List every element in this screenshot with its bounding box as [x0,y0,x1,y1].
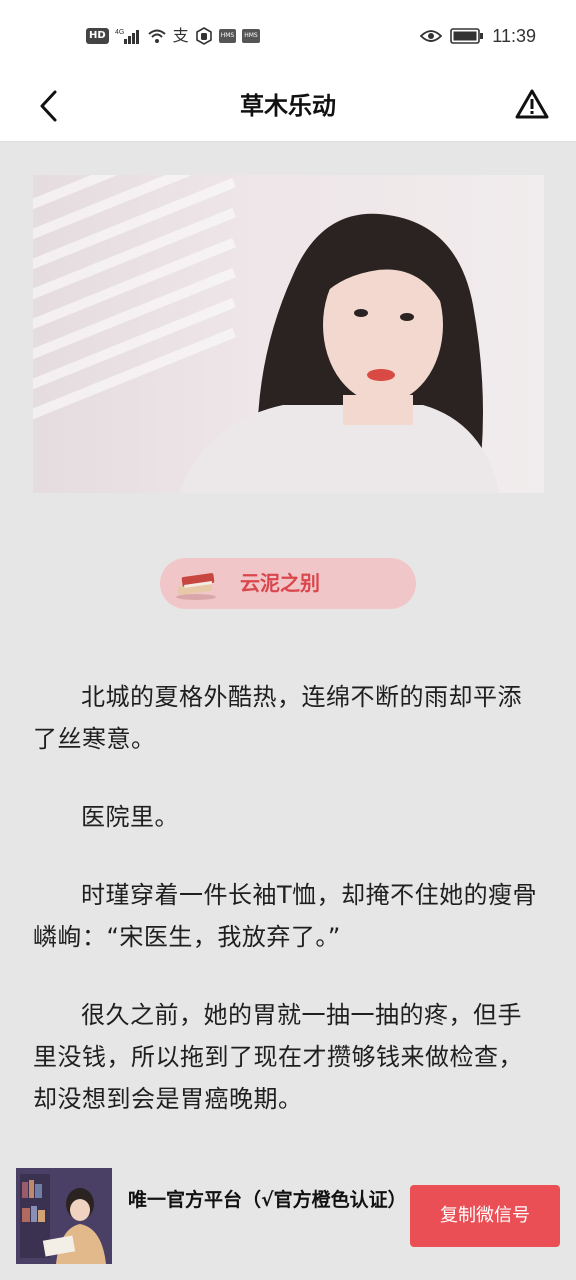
chevron-left-icon [40,90,57,122]
promo-thumbnail [16,1168,112,1264]
chapter-pill: 云泥之别 [160,558,416,609]
story-paragraph: 北城的夏格外酷热，连绵不断的雨却平添了丝寒意。 [33,683,522,753]
nav-bar: 草木乐动 [0,70,576,142]
status-right-icons: 11:39 [420,24,536,48]
hms-badge-2: HMS [242,29,260,43]
svg-text:4G: 4G [115,29,124,36]
chapter-title: 云泥之别 [240,571,320,595]
battery-icon [450,28,484,44]
eye-icon [420,30,443,42]
story-paragraph: 很久之前，她的胃就一抽一抽的疼，但手里没钱，所以拖到了现在才攒够钱来做检查，却没… [33,1001,523,1113]
status-bar: HD 4G 支 HMS HMS 11:39 [0,0,576,70]
back-button[interactable] [28,84,68,128]
story-paragraph: 时瑾穿着一件长袖T恤，却掩不住她的瘦骨嶙峋：“宋医生，我放弃了。” [33,881,538,951]
story-paragraph: 医院里。 [81,803,179,831]
report-button[interactable] [512,82,552,126]
copy-wechat-button[interactable]: 复制微信号 [410,1185,560,1247]
page-title: 草木乐动 [240,92,336,120]
promo-bar: 唯一官方平台（√官方橙色认证） 复制微信号 [0,1152,576,1280]
warning-icon [515,89,549,119]
promo-thumbnail-illustration [16,1168,112,1264]
book-icon [176,573,216,600]
wifi-icon [148,29,166,43]
signal-icon: 4G [115,29,139,44]
status-time: 11:39 [492,25,536,46]
hd-badge: HD [86,28,109,44]
story-content: 北城的夏格外酷热，连绵不断的雨却平添了丝寒意。 医院里。 时瑾穿着一件长袖T恤，… [33,676,545,1156]
alipay-icon: 支 [172,26,189,45]
hand-icon [195,27,212,45]
status-left-icons: HD 4G 支 HMS HMS [86,24,260,48]
portrait-illustration [179,213,500,493]
cover-image [33,175,544,493]
hms-badge-1: HMS [218,29,237,43]
promo-text: 唯一官方平台（√官方橙色认证） [128,1189,407,1211]
